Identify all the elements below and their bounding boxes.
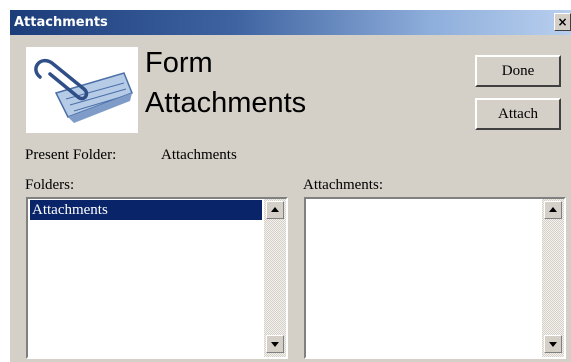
form-title-line2: Attachments	[145, 87, 307, 119]
attachments-scrollbar[interactable]	[542, 199, 564, 357]
folders-listbox[interactable]: Attachments	[26, 197, 288, 359]
folders-label: Folders:	[25, 177, 75, 193]
folder-item-attachments[interactable]: Attachments	[30, 200, 262, 220]
folders-scrollbar[interactable]	[264, 199, 286, 357]
arrow-down-icon	[549, 342, 557, 347]
arrow-up-icon	[549, 207, 557, 212]
arrow-down-icon	[271, 342, 279, 347]
scroll-up-button[interactable]	[544, 201, 562, 219]
present-folder-value: Attachments	[161, 147, 237, 163]
arrow-up-icon	[271, 207, 279, 212]
form-title-line1: Form	[145, 47, 213, 79]
present-folder-label: Present Folder:	[25, 147, 117, 163]
scroll-down-button[interactable]	[544, 335, 562, 353]
title-bar[interactable]: Attachments ×	[10, 10, 571, 35]
attach-button[interactable]: Attach	[475, 98, 561, 130]
paperclip-document-icon	[26, 47, 138, 133]
done-button[interactable]: Done	[475, 55, 561, 87]
close-button[interactable]: ×	[554, 13, 571, 31]
attachments-label: Attachments:	[303, 177, 383, 193]
scroll-down-button[interactable]	[266, 335, 284, 353]
attachments-listbox[interactable]	[304, 197, 566, 359]
scroll-up-button[interactable]	[266, 201, 284, 219]
window-title: Attachments	[14, 15, 108, 30]
attachments-dialog: Attachments × Form Attachments Done Atta…	[10, 10, 571, 362]
